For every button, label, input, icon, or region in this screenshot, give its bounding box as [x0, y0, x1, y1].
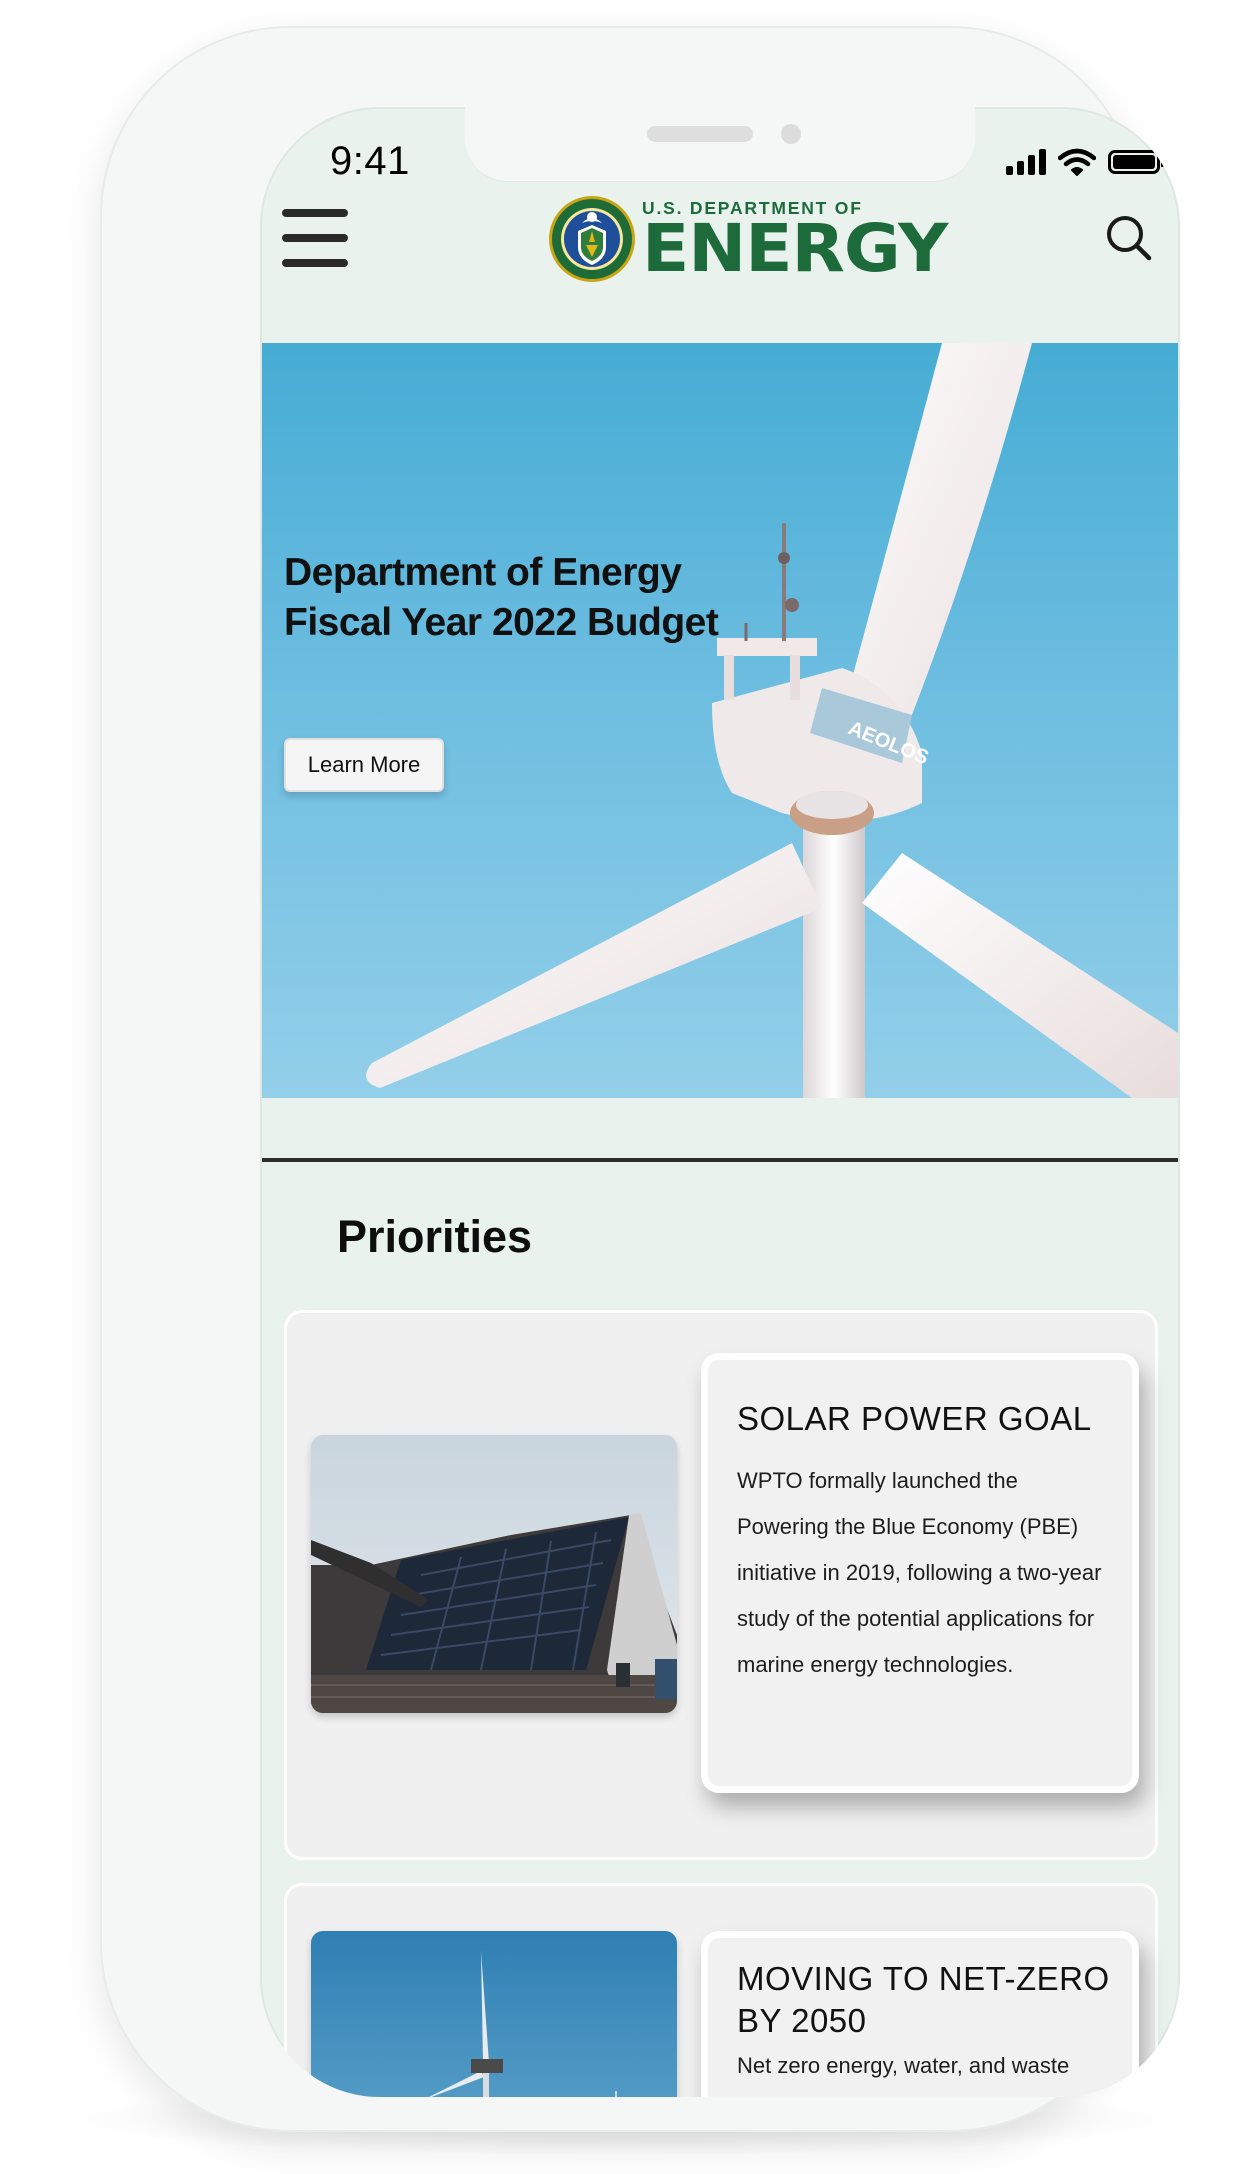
solar-roof-image — [311, 1435, 677, 1713]
search-icon[interactable] — [1105, 214, 1153, 262]
card-body: Net zero energy, water, and waste — [737, 2053, 1070, 2078]
cellular-signal-icon — [1006, 149, 1046, 175]
notch — [465, 107, 975, 181]
card-title: SOLAR POWER GOAL — [737, 1400, 1092, 1437]
net-zero-info-panel: MOVING TO NET-ZERO BY 2050 Net zero ener… — [701, 1931, 1139, 2097]
phone-screen: 9:41 U.S. DEPARTMENT OF ENERGY AEOLOS De… — [260, 107, 1180, 2097]
priority-card-solar[interactable]: SOLAR POWER GOAL WPTO formally launched … — [284, 1310, 1158, 1860]
wind-turbine-image: AEOLOS — [366, 343, 1178, 1098]
hero-title: Department of Energy Fiscal Year 2022 Bu… — [284, 551, 719, 644]
priorities-heading: Priorities — [337, 1211, 533, 1262]
hamburger-menu-icon[interactable] — [282, 209, 348, 267]
status-time: 9:41 — [330, 139, 410, 183]
hero-banner: AEOLOS Department of Energy Fiscal Year … — [262, 343, 1178, 1098]
status-icons — [1006, 145, 1164, 179]
section-divider — [262, 1158, 1178, 1162]
priority-card-net-zero[interactable]: MOVING TO NET-ZERO BY 2050 Net zero ener… — [284, 1883, 1158, 2097]
wind-farm-image — [311, 1931, 677, 2097]
logo-title: ENERGY — [642, 210, 948, 287]
speaker — [647, 126, 753, 142]
wifi-icon — [1058, 148, 1096, 176]
doe-seal-icon — [549, 196, 635, 282]
camera — [781, 124, 801, 144]
doe-logo[interactable]: U.S. DEPARTMENT OF ENERGY — [548, 193, 948, 285]
card-body: WPTO formally launched the Powering the … — [737, 1468, 1102, 1677]
learn-more-button[interactable]: Learn More — [284, 738, 444, 792]
solar-info-panel: SOLAR POWER GOAL WPTO formally launched … — [701, 1353, 1139, 1793]
card-title: MOVING TO NET-ZERO BY 2050 — [737, 1960, 1110, 2039]
battery-icon — [1108, 150, 1164, 174]
phone-frame: 9:41 U.S. DEPARTMENT OF ENERGY AEOLOS De… — [100, 26, 1180, 2132]
